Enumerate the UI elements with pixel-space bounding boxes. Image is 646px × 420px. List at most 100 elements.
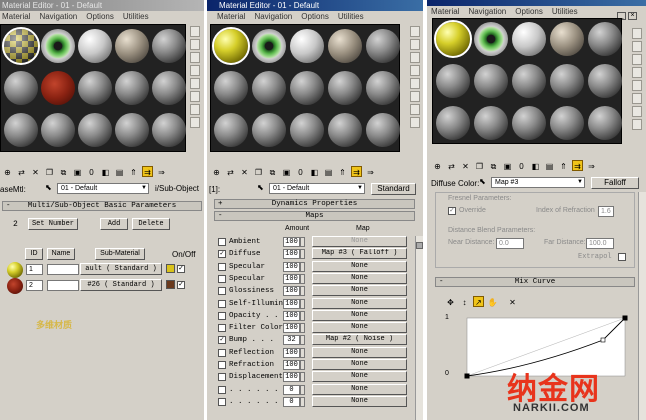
map-row-spinner-icon[interactable] — [300, 286, 305, 297]
get-material-icon[interactable]: ⊕ — [432, 161, 443, 172]
sample-slot-12[interactable] — [474, 106, 508, 140]
map-row-amount[interactable]: 100 — [283, 372, 300, 383]
map-row-spinner-icon[interactable] — [300, 237, 305, 247]
sample-slot-14[interactable] — [115, 113, 149, 147]
sample-slot-9[interactable] — [115, 71, 149, 105]
show-end-icon[interactable]: ▤ — [114, 167, 125, 178]
pick-icon[interactable]: ⬉ — [257, 183, 264, 192]
scrollbar[interactable] — [415, 236, 423, 420]
sample-slot-1[interactable] — [2, 27, 40, 65]
map-row-checkbox[interactable] — [218, 299, 226, 308]
show-end-icon[interactable]: ▤ — [544, 161, 555, 172]
map-row-amount[interactable]: 100 — [283, 323, 300, 334]
sample-slot-12[interactable] — [41, 113, 75, 147]
backlight-icon[interactable] — [190, 39, 200, 50]
options-icon[interactable] — [190, 104, 200, 115]
put-library-icon[interactable]: ▣ — [72, 167, 83, 178]
map-row-checkbox[interactable]: ✓ — [218, 336, 226, 345]
map-row-map-button[interactable]: None — [312, 309, 407, 321]
go-parent-icon[interactable]: ⇑ — [337, 167, 348, 178]
menu-options[interactable]: Options — [86, 12, 114, 21]
sample-slot-3[interactable] — [290, 29, 324, 63]
far-field[interactable]: 100.0 — [586, 238, 614, 249]
add-point-icon[interactable]: ↗ — [473, 296, 484, 307]
map-row-checkbox[interactable]: ✓ — [218, 250, 226, 259]
sample-slot-13[interactable] — [78, 113, 112, 147]
menu-material[interactable]: Material — [431, 7, 459, 16]
menu-navigation[interactable]: Navigation — [254, 12, 292, 21]
sample-slot-1[interactable] — [212, 27, 250, 65]
row-2-swatch[interactable] — [7, 278, 23, 294]
backlight-icon[interactable] — [410, 39, 420, 50]
map-row-amount[interactable]: 100 — [283, 360, 300, 370]
col-name-header[interactable]: Name — [47, 248, 75, 260]
map-row-amount[interactable]: 100 — [283, 347, 300, 358]
map-row-checkbox[interactable] — [218, 311, 226, 320]
pick-icon[interactable]: ⬉ — [479, 177, 486, 186]
row-1-submaterial[interactable]: ault ( Standard ) — [80, 263, 162, 275]
map-row-map-button[interactable]: None — [312, 322, 407, 334]
map-row-map-button[interactable]: Map #3 ( Falloff ) — [312, 248, 407, 260]
menu-material[interactable]: Material — [2, 12, 30, 21]
map-row-map-button[interactable]: None — [312, 297, 407, 309]
map-row-spinner-icon[interactable] — [300, 384, 305, 395]
background-icon[interactable] — [410, 52, 420, 63]
sample-slot-2[interactable] — [474, 22, 508, 56]
menu-options[interactable]: Options — [515, 7, 543, 16]
pan-icon[interactable]: ✋ — [487, 297, 498, 308]
map-row-map-button[interactable]: None — [312, 272, 407, 284]
copy-icon[interactable]: ❐ — [44, 167, 55, 178]
scale-point-icon[interactable]: ↕ — [459, 297, 470, 308]
put-library-icon[interactable]: ▣ — [502, 161, 513, 172]
map-row-map-button[interactable]: None — [312, 383, 407, 395]
make-preview-icon[interactable] — [632, 93, 642, 104]
map-row-checkbox[interactable] — [218, 385, 226, 394]
extrapol-checkbox[interactable] — [618, 253, 626, 261]
row-2-color[interactable] — [166, 280, 175, 289]
type-button[interactable]: i/Sub-Object — [155, 184, 199, 193]
delete-button[interactable]: Delete — [132, 218, 170, 230]
map-row-spinner-icon[interactable] — [300, 323, 305, 334]
go-forward-icon[interactable]: ⇒ — [586, 161, 597, 172]
map-row-checkbox[interactable] — [218, 324, 226, 333]
backlight-icon[interactable] — [632, 41, 642, 52]
map-row-spinner-icon[interactable] — [300, 298, 305, 309]
go-parent-icon[interactable]: ⇑ — [128, 167, 139, 178]
map-row-spinner-icon[interactable] — [300, 261, 305, 272]
row-1-name[interactable] — [47, 264, 79, 275]
delete-icon[interactable]: ✕ — [239, 167, 250, 178]
map-row-amount[interactable]: 100 — [283, 273, 300, 284]
map-row-checkbox[interactable] — [218, 274, 226, 283]
put-to-scene-icon[interactable]: ⇄ — [446, 161, 457, 172]
put-to-scene-icon[interactable]: ⇄ — [16, 167, 27, 178]
sample-slot-11[interactable] — [214, 113, 248, 147]
map-row-map-button[interactable]: None — [312, 346, 407, 358]
curve-point-start[interactable] — [464, 373, 470, 379]
sample-slot-6[interactable] — [436, 64, 470, 98]
map-row-checkbox[interactable] — [218, 373, 226, 382]
background-icon[interactable] — [190, 52, 200, 63]
map-row-spinner-icon[interactable] — [300, 335, 305, 346]
sample-slot-5[interactable] — [366, 29, 400, 63]
near-field[interactable]: 0.0 — [496, 238, 524, 249]
sample-slot-5[interactable] — [588, 22, 622, 56]
map-row-amount[interactable]: 100 — [283, 310, 300, 321]
sample-slot-4[interactable] — [115, 29, 149, 63]
make-unique-icon[interactable]: ⧉ — [58, 167, 69, 178]
go-sibling-icon[interactable]: ⇉ — [572, 160, 583, 171]
sample-slot-7[interactable] — [41, 71, 75, 105]
menu-navigation[interactable]: Navigation — [39, 12, 77, 21]
make-unique-icon[interactable]: ⧉ — [267, 167, 278, 178]
row-2-id[interactable]: 2 — [26, 280, 43, 291]
sample-slot-8[interactable] — [290, 71, 324, 105]
show-map-icon[interactable]: ◧ — [530, 161, 541, 172]
map-row-checkbox[interactable] — [218, 397, 226, 406]
menu-material[interactable]: Material — [217, 12, 245, 21]
map-row-map-button[interactable]: None — [312, 285, 407, 297]
row-2-checkbox[interactable]: ✓ — [177, 281, 185, 289]
row-1-swatch[interactable] — [7, 262, 23, 278]
type-button[interactable]: Standard — [371, 183, 416, 195]
curve-point-end[interactable] — [622, 315, 628, 321]
uv-tiling-icon[interactable] — [410, 65, 420, 76]
sample-slot-14[interactable] — [550, 106, 584, 140]
